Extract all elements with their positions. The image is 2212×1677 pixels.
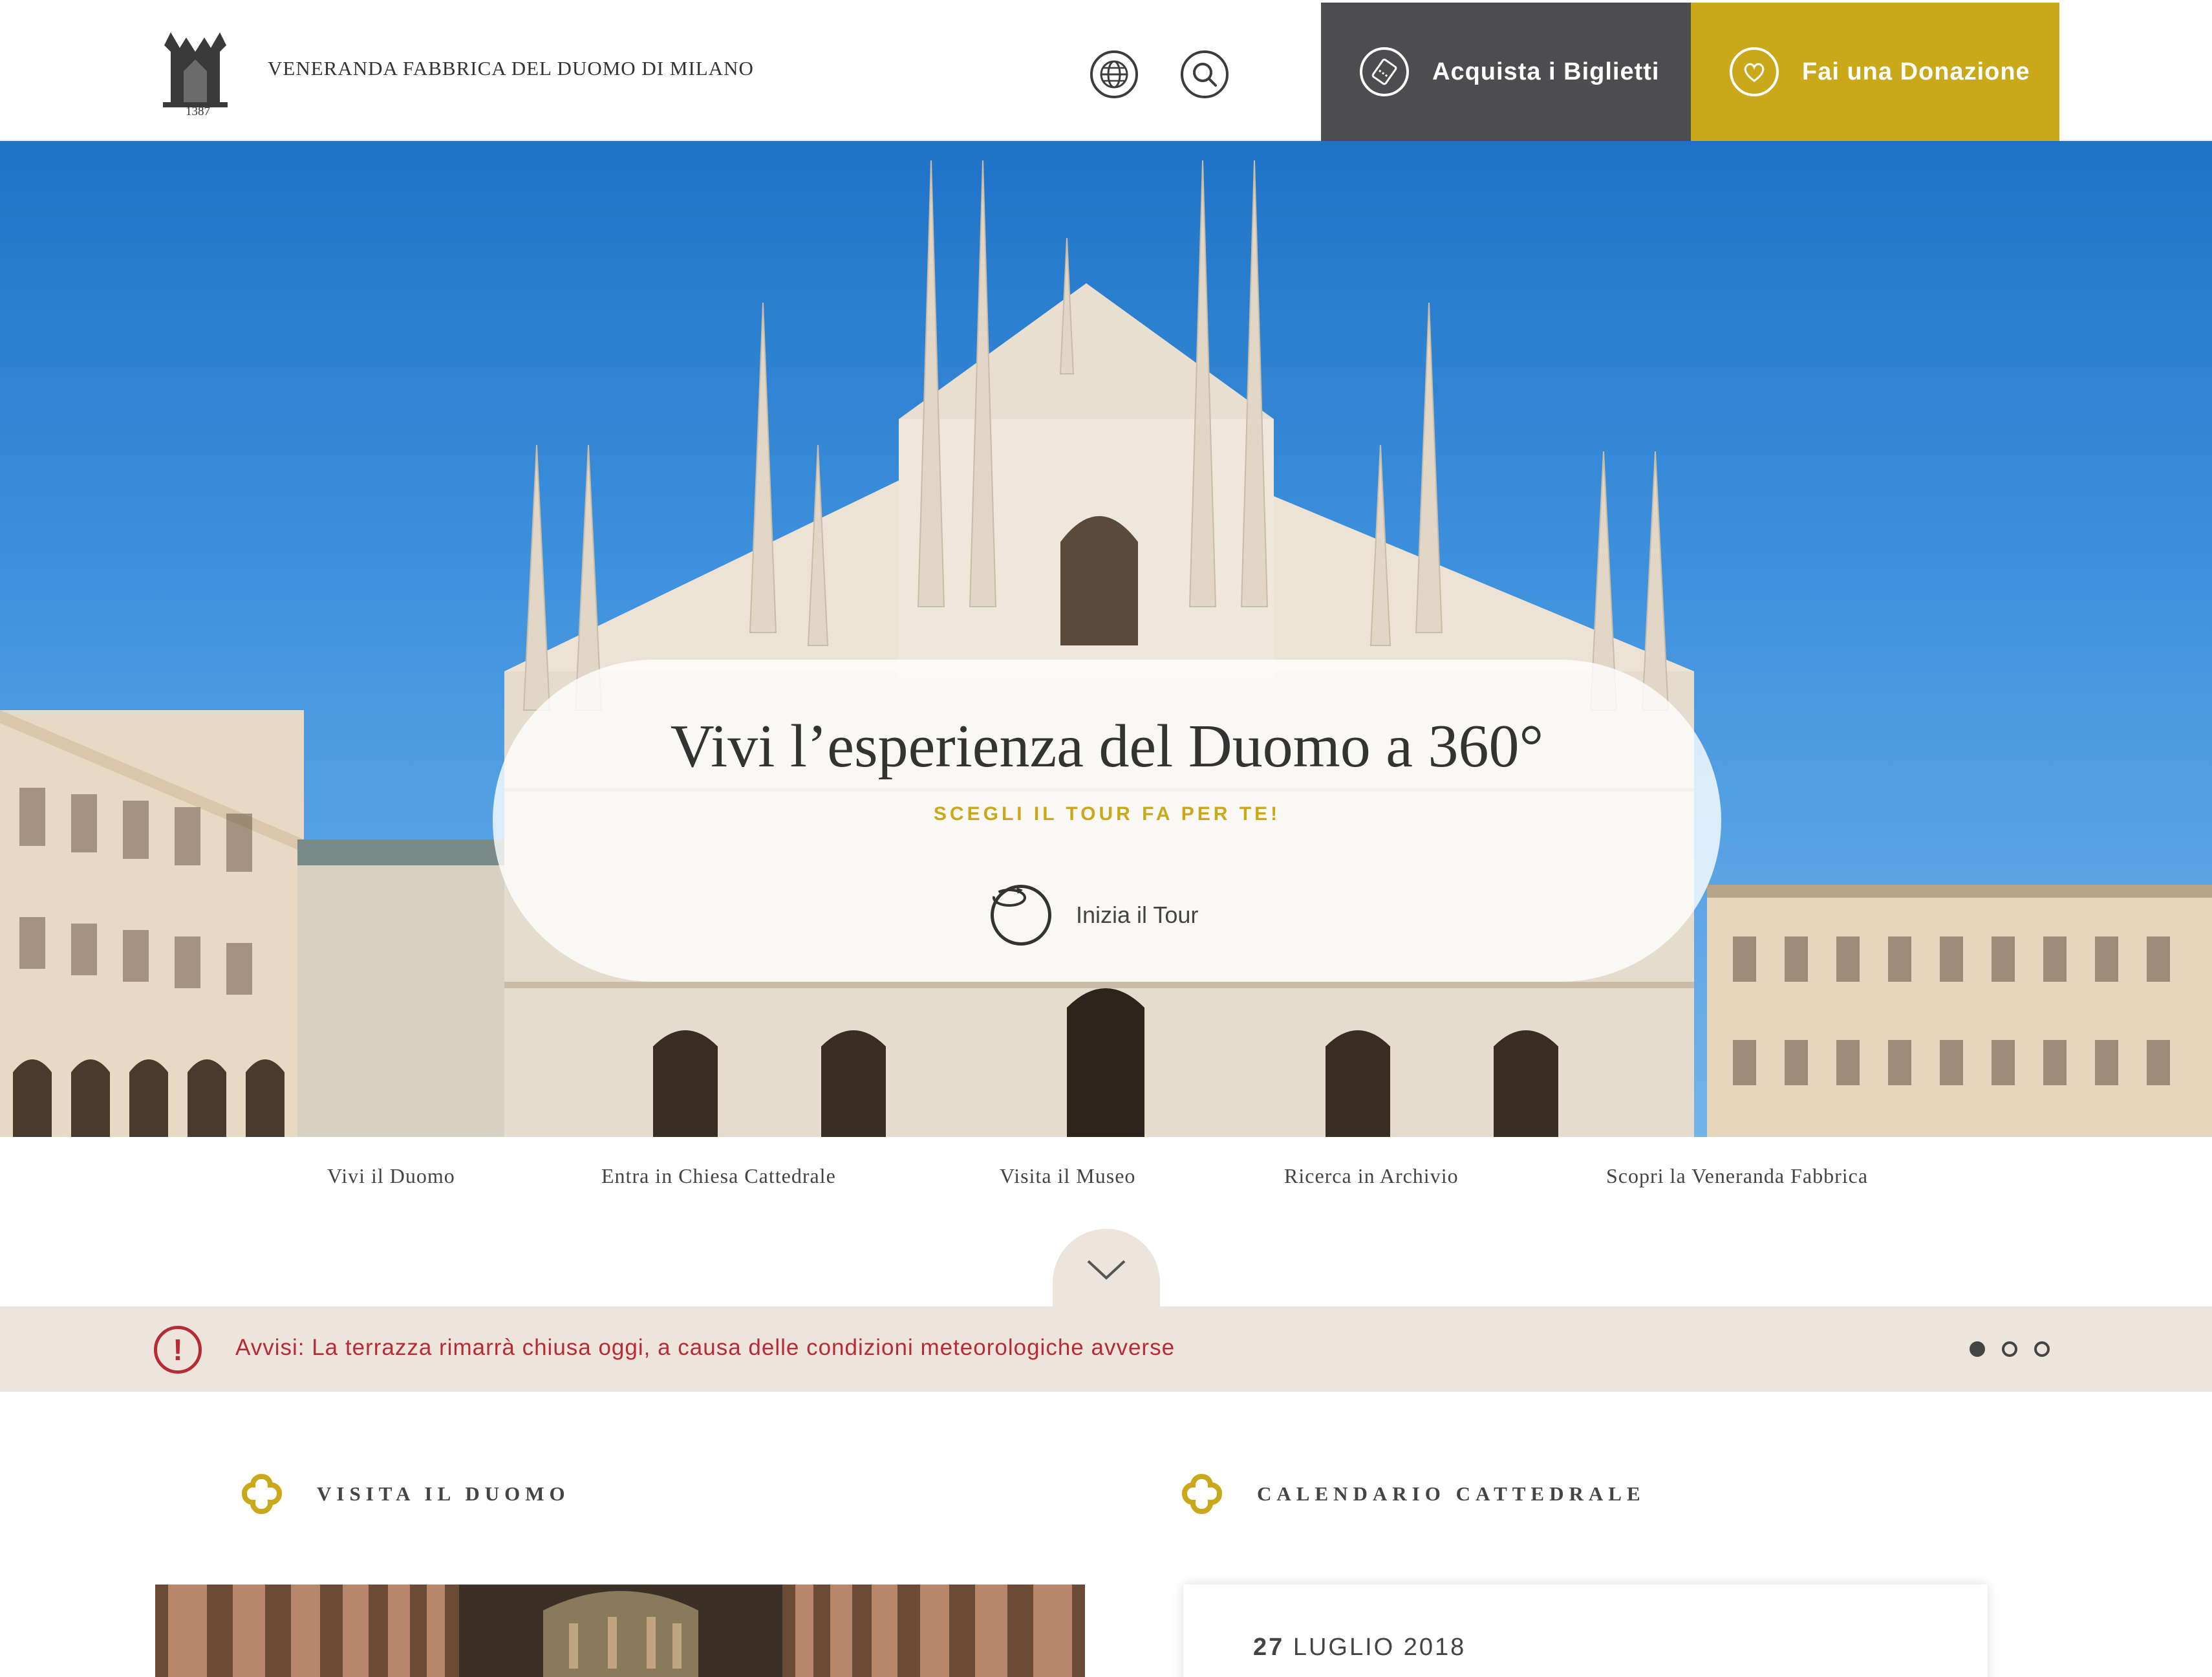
alert-text: Avvisi: La terrazza rimarrà chiusa oggi,… [235, 1335, 1176, 1360]
interior-image[interactable] [155, 1585, 1085, 1677]
hero-subtitle[interactable]: SCEGLI IL TOUR FA PER TE! [493, 803, 1721, 825]
hero-title: Vivi l’esperienza del Duomo a 360° [670, 713, 1544, 780]
alert-bar: ! Avvisi: La terrazza rimarrà chiusa ogg… [0, 1306, 2212, 1392]
rotate-360-icon [991, 885, 1051, 946]
alert-pagination [1970, 1341, 2050, 1357]
nav-item-archivio[interactable]: Ricerca in Archivio [1284, 1164, 1459, 1188]
ticket-icon [1360, 47, 1409, 96]
donate-button[interactable]: Fai una Donazione [1691, 3, 2059, 141]
start-tour-label: Inizia il Tour [1076, 902, 1199, 928]
chevron-down-icon [1087, 1260, 1126, 1280]
nav-item-veneranda-fabbrica[interactable]: Scopri la Veneranda Fabbrica [1606, 1164, 1868, 1188]
buy-tickets-label: Acquista i Biglietti [1432, 58, 1660, 85]
cathedral-image [0, 160, 2212, 1137]
donate-label: Fai una Donazione [1802, 58, 2030, 85]
nav-item-museo[interactable]: Visita il Museo [1000, 1164, 1135, 1188]
hero-card: Vivi l’esperienza del Duomo a 360° SCEGL… [493, 660, 1721, 982]
calendar-card[interactable]: 27 LUGLIO 2018 [1183, 1585, 1988, 1677]
nav-item-chiesa-cattedrale[interactable]: Entra in Chiesa Cattedrale [601, 1164, 836, 1188]
calendar-date: 27 LUGLIO 2018 [1253, 1634, 1466, 1661]
calendar-section-header: CALENDARIO CATTEDRALE [1181, 1473, 1646, 1515]
visit-section-title[interactable]: VISITA IL DUOMO [317, 1482, 570, 1506]
search-icon[interactable] [1181, 50, 1229, 98]
site-header: 1387 VENERANDA FABBRICA DEL DUOMO DI MIL… [0, 0, 2212, 141]
heart-icon [1730, 47, 1779, 96]
buy-tickets-button[interactable]: Acquista i Biglietti [1321, 3, 1691, 141]
start-tour-button[interactable]: Inizia il Tour [991, 885, 1198, 946]
alert-icon: ! [154, 1326, 202, 1374]
slide-dot-1[interactable] [1970, 1341, 1985, 1357]
hero-banner: Vivi l’esperienza del Duomo a 360° SCEGL… [0, 141, 2212, 1137]
calendar-day: 27 [1253, 1634, 1285, 1661]
calendar-month-year: LUGLIO 2018 [1293, 1634, 1466, 1661]
globe-icon[interactable] [1090, 50, 1138, 98]
slide-dot-3[interactable] [2034, 1341, 2050, 1357]
slide-dot-2[interactable] [2002, 1341, 2017, 1357]
brand-name[interactable]: VENERANDA FABBRICA DEL DUOMO DI MILANO [268, 57, 754, 80]
quatrefoil-icon [1181, 1473, 1223, 1515]
nav-item-vivi-il-duomo[interactable]: Vivi il Duomo [327, 1164, 455, 1188]
quatrefoil-icon [241, 1473, 283, 1515]
visit-section-header: VISITA IL DUOMO [241, 1473, 570, 1515]
logo-year: 1387 [186, 105, 210, 118]
calendar-section-title[interactable]: CALENDARIO CATTEDRALE [1257, 1482, 1646, 1506]
